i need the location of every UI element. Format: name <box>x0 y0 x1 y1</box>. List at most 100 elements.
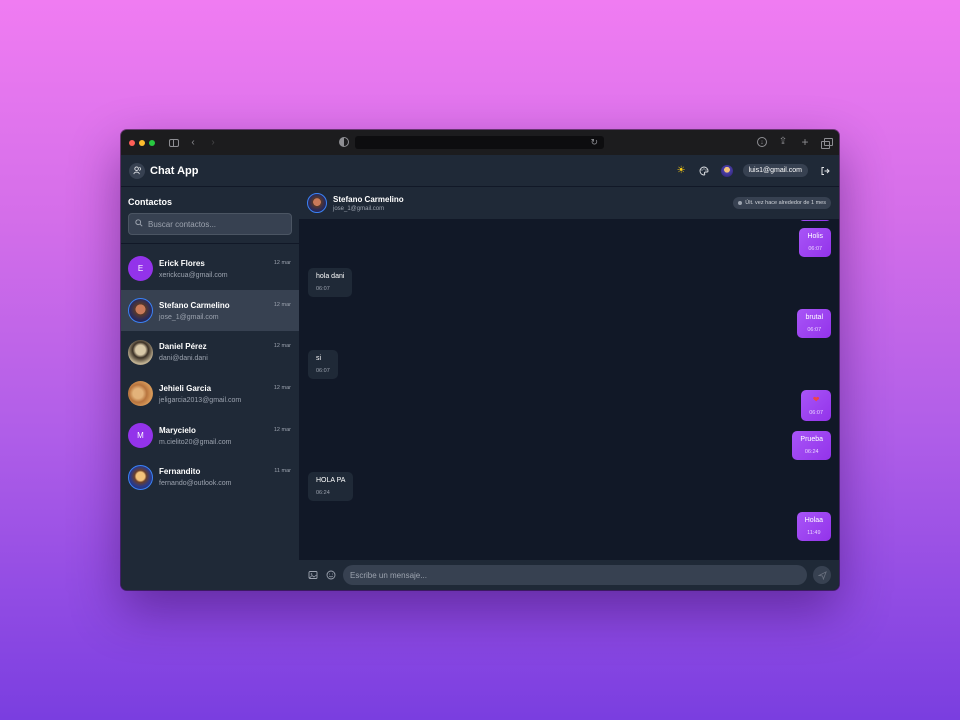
search-input[interactable] <box>148 219 285 229</box>
message-time: 06:07 <box>808 246 823 252</box>
message-time: 06:07 <box>316 368 330 374</box>
contact-date: 12 mar <box>273 426 291 433</box>
back-icon[interactable]: ‹ <box>187 137 199 149</box>
user-avatar[interactable] <box>720 164 733 177</box>
message-time: 06:24 <box>316 490 330 496</box>
message-input[interactable] <box>343 565 807 585</box>
contact-name: Jehieli Garcia <box>159 383 212 393</box>
emoji-icon[interactable] <box>325 569 337 581</box>
contact-email: m.cielito20@gmail.com <box>159 438 232 446</box>
contact-name: Stefano Carmelino <box>159 300 230 310</box>
message-bubble: Prueba 06:24 <box>792 431 831 460</box>
user-email-chip[interactable]: luis1@gmail.com <box>742 164 808 177</box>
minimize-window-button[interactable] <box>139 139 145 146</box>
search-icon <box>135 219 143 229</box>
avatar <box>128 381 153 407</box>
send-icon <box>817 570 827 580</box>
message-text: hola dani <box>316 273 345 280</box>
tab-overview-icon[interactable] <box>821 137 833 149</box>
message-text: Holaa <box>804 517 823 524</box>
contact-email: xerickcua@gmail.com <box>159 271 228 279</box>
app-title: Chat App <box>150 164 199 177</box>
contact-email: jeligarcia2013@gmail.com <box>159 396 242 404</box>
theme-sun-icon[interactable]: ☀ <box>675 164 688 177</box>
message-bubble-partial <box>799 220 831 221</box>
message-composer <box>299 560 839 590</box>
message-time: 06:07 <box>316 286 330 292</box>
maximize-window-button[interactable] <box>149 139 155 146</box>
contact-search[interactable] <box>128 213 292 235</box>
contact-date: 11 mar <box>274 468 291 475</box>
chat-contact-email: jose_1@gmail.com <box>333 205 385 212</box>
contact-name: Erick Flores <box>159 258 205 268</box>
avatar <box>128 464 153 490</box>
message-time: 11:49 <box>807 530 821 536</box>
message-bubble: Holis 06:07 <box>799 228 831 257</box>
message-bubble: brutal 06:07 <box>797 309 831 338</box>
download-icon[interactable]: ↓ <box>757 137 767 147</box>
avatar: E <box>128 256 153 282</box>
avatar <box>128 339 153 365</box>
message-time: 06:24 <box>804 449 819 455</box>
contact-list: E Erick Flores xerickcua@gmail.com 12 ma… <box>121 243 299 498</box>
contact-item[interactable]: Daniel Pérez dani@dani.dani 12 mar <box>121 331 299 373</box>
message-bubble: HOLA PA 06:24 <box>308 472 354 501</box>
message-text: Prueba <box>800 436 823 443</box>
chat-contact-avatar[interactable] <box>307 193 327 213</box>
message-time: 06:07 <box>807 327 822 333</box>
contact-email: dani@dani.dani <box>159 355 208 363</box>
contacts-sidebar: Contactos E Erick Flores xerickcua@gmail… <box>121 187 299 590</box>
avatar <box>128 298 153 324</box>
contact-date: 12 mar <box>273 385 291 392</box>
app-header: Chat App ☀ luis1@gmail.com <box>121 155 839 187</box>
last-seen-badge: Últ. vez hace alrededor de 1 mes <box>733 197 831 209</box>
chat-header: Stefano Carmelino jose_1@gmail.com Últ. … <box>299 187 839 220</box>
contact-email: jose_1@gmail.com <box>159 313 219 321</box>
last-seen-text: Últ. vez hace alrededor de 1 mes <box>745 200 826 206</box>
send-button[interactable] <box>813 566 831 584</box>
chat-panel: Stefano Carmelino jose_1@gmail.com Últ. … <box>299 187 839 590</box>
contact-date: 12 mar <box>273 343 291 350</box>
contact-name: Marycielo <box>159 425 196 435</box>
message-bubble: ❤ 06:07 <box>801 390 831 421</box>
contact-email: fernando@outlook.com <box>159 480 232 488</box>
message-text: si <box>316 355 322 362</box>
contact-name: Daniel Pérez <box>159 342 207 352</box>
new-tab-icon[interactable]: + <box>799 136 811 148</box>
window-controls <box>129 139 155 146</box>
sidebar-toggle-icon[interactable] <box>169 138 179 147</box>
users-icon <box>129 162 145 179</box>
contact-date: 12 mar <box>273 301 291 308</box>
message-list: Holis 06:07 hola dani 06:07 brutal 06:07… <box>299 220 839 560</box>
forward-icon[interactable]: › <box>207 137 219 149</box>
logout-icon[interactable] <box>818 164 831 177</box>
privacy-shield-icon[interactable] <box>339 137 349 147</box>
contact-date: 12 mar <box>273 260 291 266</box>
contacts-title: Contactos <box>128 197 173 207</box>
message-bubble: hola dani 06:07 <box>308 268 353 297</box>
contact-item[interactable]: Jehieli Garcia jeligarcia2013@gmail.com … <box>121 373 299 415</box>
message-bubble: Holaa 11:49 <box>796 512 831 541</box>
contact-item-active[interactable]: Stefano Carmelino jose_1@gmail.com 12 ma… <box>121 289 299 332</box>
contact-item[interactable]: Fernandito fernando@outlook.com 11 mar <box>121 456 299 498</box>
palette-icon[interactable] <box>698 164 711 177</box>
contact-item[interactable]: M Marycielo m.cielito20@gmail.com 12 mar <box>121 415 299 457</box>
share-icon[interactable]: ⇪ <box>777 136 789 148</box>
message-bubble: si 06:07 <box>308 350 338 379</box>
image-attach-icon[interactable] <box>307 569 319 581</box>
status-dot-icon <box>738 201 743 205</box>
contact-item[interactable]: E Erick Flores xerickcua@gmail.com 12 ma… <box>121 248 299 290</box>
message-text: Holis <box>807 233 823 240</box>
chat-contact-name: Stefano Carmelino <box>333 194 404 204</box>
message-time: 06:07 <box>809 410 823 416</box>
heart-emoji: ❤ <box>812 395 820 404</box>
contact-name: Fernandito <box>159 467 201 477</box>
message-text: HOLA PA <box>316 477 346 484</box>
message-text: brutal <box>805 314 823 321</box>
reload-icon[interactable]: ↻ <box>590 137 598 148</box>
browser-window: ‹ › ↻ ↓ ⇪ + Chat App ☀ luis1@gmail.com C… <box>121 130 839 590</box>
address-bar[interactable]: ↻ <box>355 135 604 149</box>
close-window-button[interactable] <box>129 139 135 146</box>
browser-toolbar: ‹ › ↻ ↓ ⇪ + <box>121 130 839 155</box>
avatar: M <box>128 423 153 449</box>
